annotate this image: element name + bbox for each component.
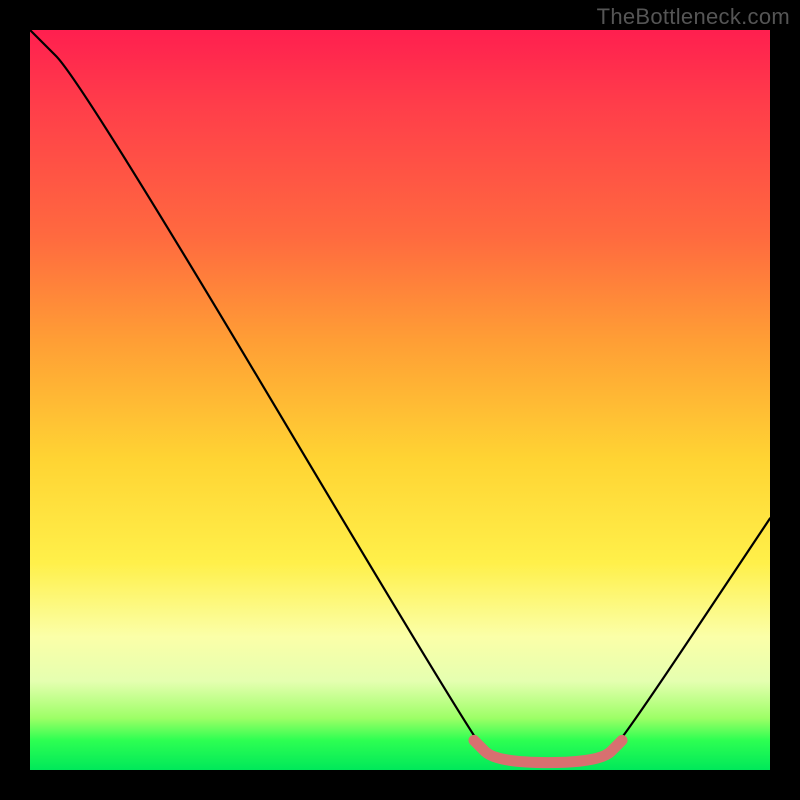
chart-stage: TheBottleneck.com: [0, 0, 800, 800]
curve-layer: [30, 30, 770, 770]
watermark-label: TheBottleneck.com: [597, 4, 790, 30]
bottleneck-curve-path: [30, 30, 770, 763]
optimal-region-highlight: [474, 740, 622, 762]
plot-area: [30, 30, 770, 770]
